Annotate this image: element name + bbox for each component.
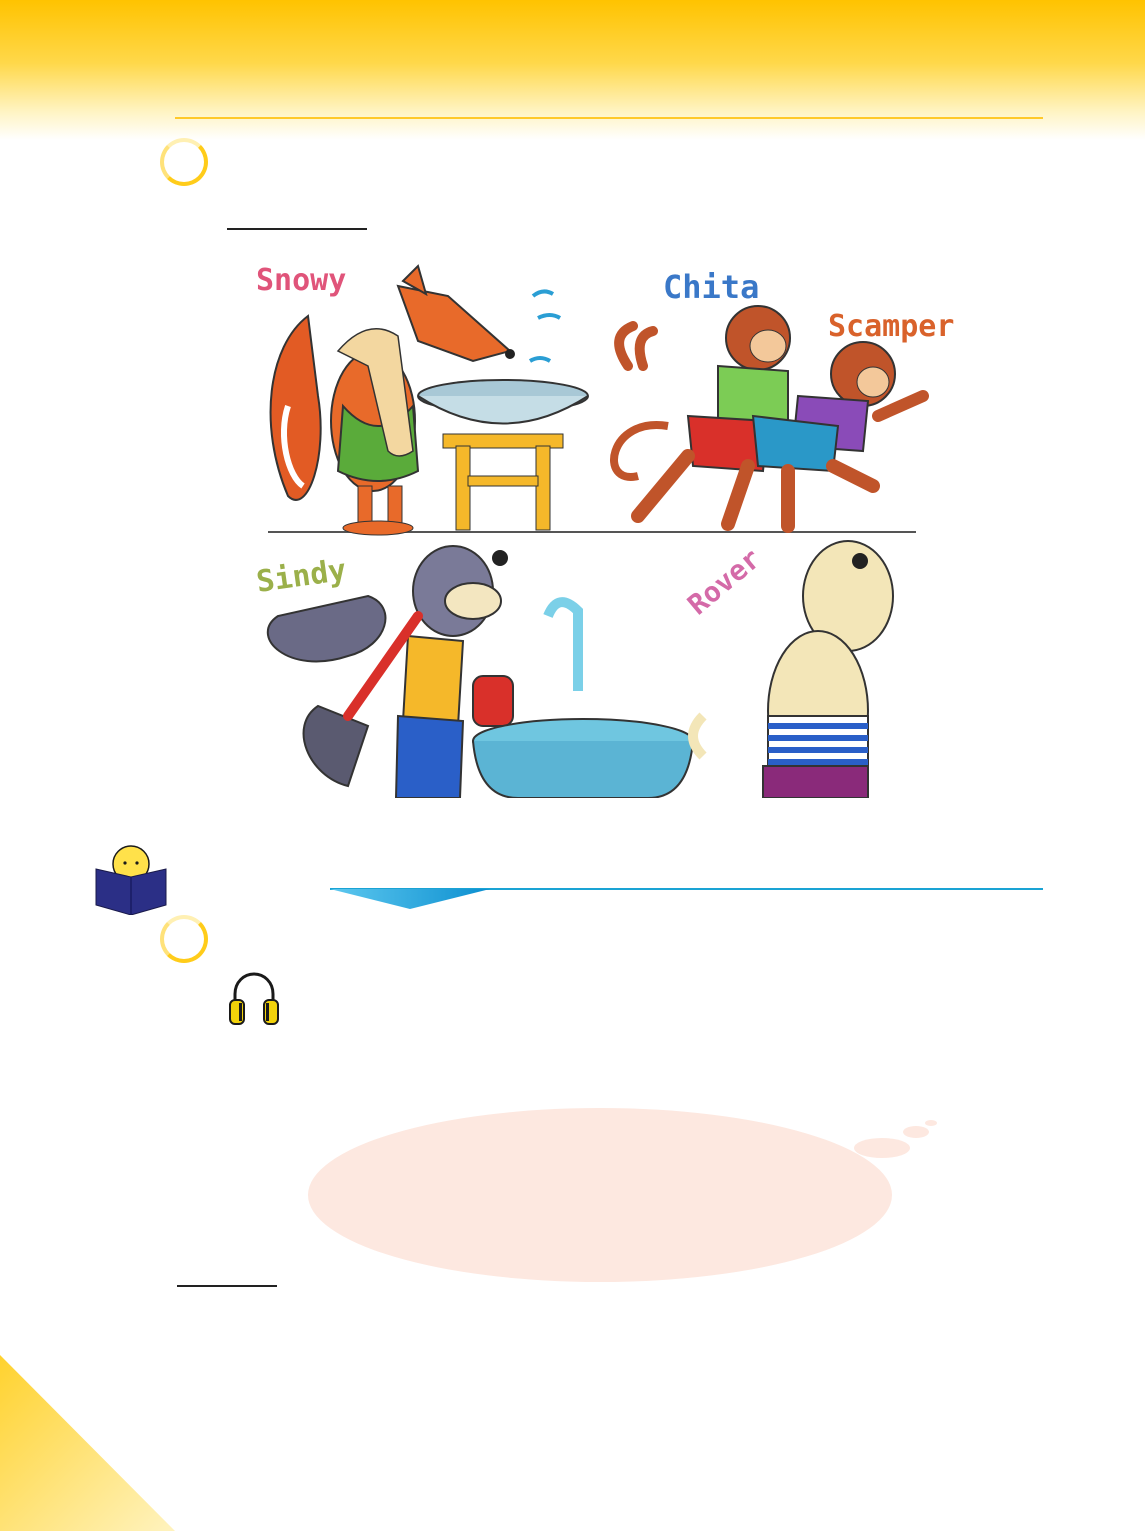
reader-book-icon [95,845,167,915]
exercise-number-circle-1 [160,138,208,186]
header-rule [175,117,1043,119]
page-header-band [0,0,1145,140]
section-divider-tab [330,889,490,909]
chita-name-label: Chita [663,268,759,306]
snowy-name-label: Snowy [256,263,346,298]
scamper-name-label: Scamper [828,309,954,344]
answer-blank-line-2 [177,1285,277,1287]
page-corner-decoration [0,1355,175,1531]
animals-hygiene-illustration: Snowy Chita Scamper Sindy Rover [248,256,990,798]
answer-blank-line-1 [227,228,367,230]
headphones-icon[interactable] [228,970,280,1026]
thought-bubble [308,1108,937,1282]
exercise-number-circle-2 [160,915,208,963]
